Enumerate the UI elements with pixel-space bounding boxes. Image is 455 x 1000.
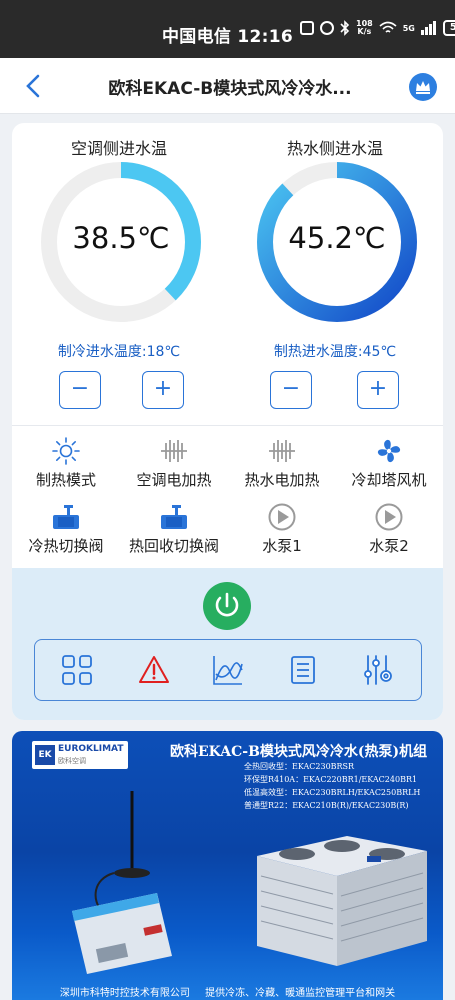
battery-icon: 59 (442, 20, 455, 36)
control-label: 冷却塔风机 (351, 471, 427, 489)
control-hot-water-electric-heater[interactable]: 热水电加热 (228, 435, 336, 495)
increase-heating-button[interactable]: + (357, 371, 399, 409)
control-water-pump-2[interactable]: 水泵2 (335, 501, 443, 561)
banner-spec-line: 普通型R22：EKAC210B(R)/EKAC230B(R) (244, 801, 409, 810)
network-type-label: 5G (402, 23, 415, 33)
control-label: 热回收切换阀 (128, 537, 219, 555)
valve-icon (53, 505, 79, 529)
grid-icon[interactable] (61, 654, 93, 686)
fan-icon (377, 439, 401, 463)
alarm-icon[interactable] (138, 654, 170, 686)
decrease-cooling-button[interactable]: − (59, 371, 101, 409)
sun-icon (52, 437, 80, 465)
power-button[interactable] (203, 582, 251, 630)
cooling-setpoint-label: 制冷进水温度:18℃ (57, 344, 181, 360)
settings-sliders-icon[interactable] (362, 654, 394, 686)
action-panel (12, 568, 443, 720)
product-banner[interactable]: EK EUROKLIMAT 欧科空调 欧科EKAC-B模块式风冷冷水(热泵)机组… (12, 731, 443, 1000)
network-speed: 108 K/s (356, 19, 373, 36)
control-heating-mode[interactable]: 制热模式 (12, 435, 120, 495)
banner-spec-line: 全热回收型：EKAC230BRSR (244, 762, 355, 771)
valve-icon (161, 505, 187, 529)
divider (12, 425, 443, 426)
control-label: 水泵1 (262, 537, 302, 555)
status-carrier-time: 中国电信 12:16 (162, 27, 294, 47)
banner-footer: 深圳市科特时控技术有限公司 提供冷冻、冷藏、暖通监控管理平台和网关 (12, 984, 443, 999)
gauge-value: 45.2℃ (288, 221, 386, 255)
chiller-units-image (257, 836, 427, 966)
alarm-clock-icon (320, 21, 334, 35)
control-label: 水泵2 (369, 537, 409, 555)
status-bar: 中国电信 12:16 108 K/s 5G 59 (0, 0, 455, 58)
signal-icon (420, 21, 436, 35)
control-label: 空调电加热 (136, 471, 212, 489)
pump-icon (375, 503, 403, 531)
gauge-title: 热水侧进水温 (286, 139, 383, 158)
control-ac-electric-heater[interactable]: 空调电加热 (120, 435, 228, 495)
trend-chart-icon[interactable] (212, 654, 244, 686)
control-label: 热水电加热 (244, 471, 320, 489)
power-icon (215, 592, 239, 617)
banner-slogan: 提供冷冻、冷藏、暖通监控管理平台和网关 (205, 988, 396, 999)
list-icon[interactable] (287, 654, 319, 686)
setpoint-buttons: − + (14, 371, 224, 411)
control-card: 空调侧进水温 38.5℃ 制冷进水温度:18℃ − + 热水侧进水温 45.2℃… (12, 123, 443, 720)
page-title: 欧科EKAC-B模块式风冷冷水... (108, 79, 352, 99)
banner-spec-line: 环保型R410A：EKAC220BR1/EKAC240BR1 (244, 775, 418, 784)
heating-setpoint-label: 制热进水温度:45℃ (273, 344, 397, 360)
control-label: 冷热切换阀 (28, 537, 104, 555)
increase-cooling-button[interactable]: + (142, 371, 184, 409)
tool-bar (34, 639, 422, 701)
banner-spec-line: 低温高效型：EKAC230BRLH/EKAC250BRLH (244, 788, 421, 797)
control-cold-hot-switch-valve[interactable]: 冷热切换阀 (12, 501, 120, 561)
wifi-icon (379, 21, 397, 33)
gauge-value: 38.5℃ (72, 221, 170, 255)
banner-company: 深圳市科特时控技术有限公司 (59, 988, 190, 999)
gauge-ac-inlet: 空调侧进水温 38.5℃ 制冷进水温度:18℃ − + (14, 123, 224, 423)
decrease-heating-button[interactable]: − (270, 371, 312, 409)
gauge-title: 空调侧进水温 (70, 139, 167, 158)
control-grid: 制热模式 空调电加热 热水电加热 冷却塔风机 冷热切换阀 热回收切换阀 水泵1 … (12, 435, 443, 563)
gateway-device-image (72, 791, 172, 974)
status-icons: 108 K/s 5G 59 (300, 20, 455, 36)
gauge-hot-water-inlet: 热水侧进水温 45.2℃ 制热进水温度:45℃ − + (230, 123, 440, 423)
bluetooth-icon (340, 20, 350, 36)
control-cooling-tower-fan[interactable]: 冷却塔风机 (335, 435, 443, 495)
app-header: 欧科EKAC-B模块式风冷冷水... (0, 58, 455, 114)
back-arrow-icon[interactable] (22, 73, 46, 99)
setpoint-buttons: − + (230, 371, 440, 411)
heater-icon (269, 440, 295, 462)
heater-icon (161, 440, 187, 462)
control-water-pump-1[interactable]: 水泵1 (228, 501, 336, 561)
crown-icon[interactable] (409, 73, 437, 101)
control-label: 制热模式 (35, 471, 96, 489)
banner-title: 欧科EKAC-B模块式风冷冷水(热泵)机组 (170, 744, 428, 760)
control-heat-recovery-switch-valve[interactable]: 热回收切换阀 (120, 501, 228, 561)
pump-icon (268, 503, 296, 531)
nfc-icon (300, 21, 314, 35)
